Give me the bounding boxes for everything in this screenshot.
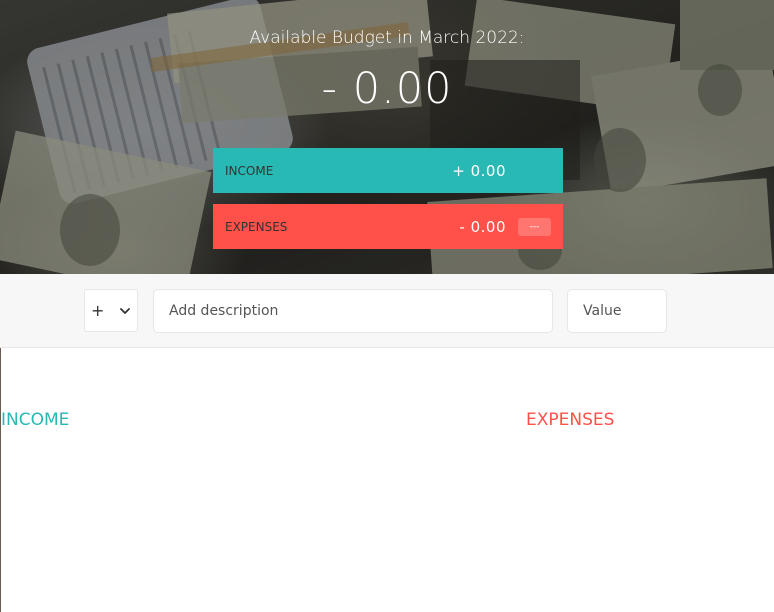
add-item-bar: + [0,274,774,348]
income-summary-value: + 0.00 [452,161,506,180]
add-value-input[interactable] [567,289,667,333]
budget-app: Available Budget in March 2022: - 0.00 I… [0,0,774,612]
budget-title: Available Budget in March 2022: [249,28,525,48]
add-description-input[interactable] [153,289,553,333]
expenses-percentage-badge: --- [518,217,551,236]
add-type-value: + [91,301,105,320]
budget-header: Available Budget in March 2022: - 0.00 I… [0,0,774,274]
income-summary-label: Income [225,163,274,178]
page-left-edge [0,348,1,612]
budget-value: - 0.00 [321,64,453,114]
expenses-summary: Expenses - 0.00 --- [213,204,563,249]
expenses-summary-label: Expenses [225,219,288,234]
chevron-down-icon [120,307,130,314]
expenses-list-title: Expenses [526,410,615,430]
add-type-select[interactable]: + [84,289,138,332]
income-list-title: Income [1,410,70,430]
expenses-summary-value: - 0.00 [459,217,506,236]
income-summary: Income + 0.00 [213,148,563,193]
